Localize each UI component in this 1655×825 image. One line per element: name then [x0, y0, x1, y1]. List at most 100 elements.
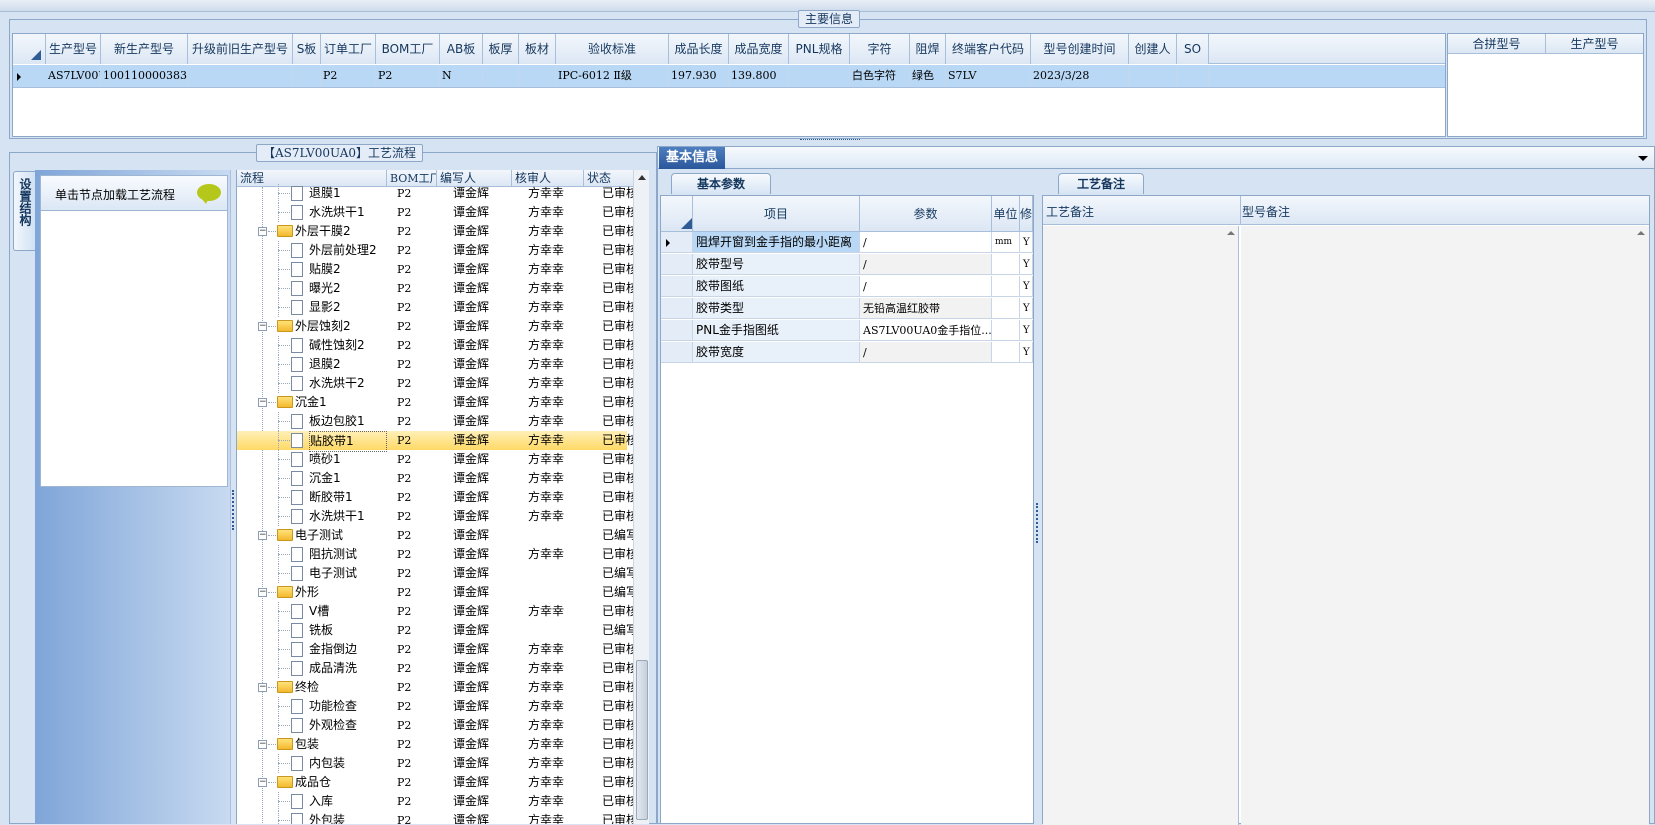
- tree-node-group[interactable]: − 外形 P2 谭金辉 已编写: [237, 583, 633, 602]
- param-row[interactable]: 胶带宽度 / Y: [661, 342, 1033, 364]
- param-value[interactable]: AS7LV00UA0金手指位...: [860, 320, 992, 341]
- main-row-cell[interactable]: P2: [376, 65, 440, 87]
- select-all-corner-icon[interactable]: [31, 50, 41, 60]
- main-row-cell[interactable]: [188, 65, 293, 87]
- tree-node-step[interactable]: 退膜2 P2 谭金辉 方幸幸 已审核: [237, 355, 633, 374]
- tree-node-group[interactable]: − 沉金1 P2 谭金辉 方幸幸 已审核: [237, 393, 633, 412]
- tree-node-group[interactable]: − 外层干膜2 P2 谭金辉 方幸幸 已审核: [237, 222, 633, 241]
- params-tab[interactable]: 基本参数: [671, 173, 771, 194]
- tree-node-group[interactable]: − 电子测试 P2 谭金辉 已编写: [237, 526, 633, 545]
- tree-node-step[interactable]: 功能检查 P2 谭金辉 方幸幸 已审核: [237, 697, 633, 716]
- main-col-header[interactable]: AB板: [440, 34, 483, 64]
- param-row-header[interactable]: [661, 254, 693, 275]
- tree-node-step[interactable]: 贴膜2 P2 谭金辉 方幸幸 已审核: [237, 260, 633, 279]
- main-row-cell[interactable]: [789, 65, 850, 87]
- main-row-cell[interactable]: [293, 65, 321, 87]
- middle-splitter[interactable]: [1034, 173, 1042, 824]
- main-row-cell[interactable]: 197.930: [669, 65, 729, 87]
- main-row-cell[interactable]: [1129, 65, 1177, 87]
- note-scroll-up-icon[interactable]: [1227, 231, 1235, 235]
- param-row[interactable]: PNL金手指图纸 AS7LV00UA0金手指位... Y: [661, 320, 1033, 342]
- main-row-cell[interactable]: P2: [321, 65, 376, 87]
- main-col-header[interactable]: SO: [1177, 34, 1209, 64]
- basic-info-tab[interactable]: 基本信息: [659, 147, 725, 169]
- tree-node-step[interactable]: 板边包胶1 P2 谭金辉 方幸幸 已审核: [237, 412, 633, 431]
- param-flag[interactable]: Y: [1020, 254, 1033, 275]
- params-col-header[interactable]: 修: [1020, 196, 1033, 232]
- param-flag[interactable]: Y: [1020, 232, 1033, 253]
- param-row-header[interactable]: [661, 298, 693, 319]
- params-col-header[interactable]: 单位: [992, 196, 1020, 232]
- main-row-cell[interactable]: 10011000038346: [101, 65, 188, 87]
- collapse-toggle-icon[interactable]: −: [258, 588, 267, 597]
- production-model-header[interactable]: 生产型号: [1546, 34, 1643, 54]
- param-row-header[interactable]: [661, 320, 693, 341]
- param-value[interactable]: /: [860, 254, 992, 275]
- merge-model-header[interactable]: 合拼型号: [1448, 34, 1546, 54]
- param-flag[interactable]: Y: [1020, 276, 1033, 297]
- param-row[interactable]: 胶带类型 无铅高温红胶带 Y: [661, 298, 1033, 320]
- param-flag[interactable]: Y: [1020, 342, 1033, 363]
- params-col-header[interactable]: 项目: [693, 196, 860, 232]
- main-row-cell[interactable]: AS7LV00UA0: [46, 65, 101, 87]
- main-row-cell[interactable]: 139.800: [729, 65, 789, 87]
- main-info-row[interactable]: AS7LV00UA010011000038346P2P2NIPC-6012 Ⅱ级…: [13, 65, 1445, 88]
- tree-node-step[interactable]: 沉金1 P2 谭金辉 方幸幸 已审核: [237, 469, 633, 488]
- model-note-textarea[interactable]: [1241, 226, 1649, 825]
- tree-node-step[interactable]: 成品清洗 P2 谭金辉 方幸幸 已审核: [237, 659, 633, 678]
- main-col-header[interactable]: 字符: [850, 34, 910, 64]
- tree-node-step[interactable]: V槽 P2 谭金辉 方幸幸 已审核: [237, 602, 633, 621]
- scroll-up-icon[interactable]: [638, 175, 646, 180]
- main-row-cell[interactable]: N: [440, 65, 483, 87]
- tree-node-step[interactable]: 喷砂1 P2 谭金辉 方幸幸 已审核: [237, 450, 633, 469]
- main-row-cell[interactable]: 白色字符: [850, 65, 910, 87]
- tree-node-step[interactable]: 外层前处理2 P2 谭金辉 方幸幸 已审核: [237, 241, 633, 260]
- tree-scrollbar[interactable]: [633, 170, 649, 824]
- tree-node-group[interactable]: − 包装 P2 谭金辉 方幸幸 已审核: [237, 735, 633, 754]
- tree-node-step[interactable]: 碱性蚀刻2 P2 谭金辉 方幸幸 已审核: [237, 336, 633, 355]
- tree-node-step[interactable]: 水洗烘干1 P2 谭金辉 方幸幸 已审核: [237, 507, 633, 526]
- scroll-thumb[interactable]: [636, 660, 648, 820]
- tree-node-step[interactable]: 电子测试 P2 谭金辉 已编写: [237, 564, 633, 583]
- main-col-header[interactable]: 终端客户代码: [946, 34, 1031, 64]
- collapse-toggle-icon[interactable]: −: [258, 531, 267, 540]
- main-col-header[interactable]: 型号创建时间: [1031, 34, 1129, 64]
- model-note-scroll-up-icon[interactable]: [1637, 231, 1645, 235]
- tree-node-step[interactable]: 水洗烘干1 P2 谭金辉 方幸幸 已审核: [237, 203, 633, 222]
- tree-node-step[interactable]: 内包装 P2 谭金辉 方幸幸 已审核: [237, 754, 633, 773]
- param-row-header[interactable]: [661, 276, 693, 297]
- tree-node-step[interactable]: 入库 P2 谭金辉 方幸幸 已审核: [237, 792, 633, 811]
- process-note-textarea[interactable]: [1043, 226, 1239, 825]
- splitter-handle[interactable]: [800, 139, 860, 144]
- main-col-header[interactable]: 创建人: [1129, 34, 1177, 64]
- param-value[interactable]: /: [860, 232, 992, 253]
- main-col-header[interactable]: 板厚: [483, 34, 519, 64]
- main-col-header[interactable]: 订单工厂: [321, 34, 376, 64]
- panel-menu-dropdown-icon[interactable]: [1638, 156, 1648, 161]
- tree-node-group[interactable]: − 成品仓 P2 谭金辉 方幸幸 已审核: [237, 773, 633, 792]
- tree-node-group[interactable]: − 终检 P2 谭金辉 方幸幸 已审核: [237, 678, 633, 697]
- collapse-toggle-icon[interactable]: −: [258, 778, 267, 787]
- row-selector-header[interactable]: [13, 34, 46, 64]
- main-col-header[interactable]: S板: [293, 34, 321, 64]
- param-value[interactable]: 无铅高温红胶带: [860, 298, 992, 319]
- params-corner-icon[interactable]: [681, 218, 692, 229]
- structure-side-tab[interactable]: 设置结构: [13, 171, 35, 251]
- param-row-header[interactable]: [661, 342, 693, 363]
- main-col-header[interactable]: BOM工厂: [376, 34, 440, 64]
- tree-node-step[interactable]: 显影2 P2 谭金辉 方幸幸 已审核: [237, 298, 633, 317]
- tree-node-step[interactable]: 外观检查 P2 谭金辉 方幸幸 已审核: [237, 716, 633, 735]
- tree-node-step[interactable]: 退膜1 P2 谭金辉 方幸幸 已审核: [237, 184, 633, 203]
- param-value[interactable]: /: [860, 276, 992, 297]
- collapse-toggle-icon[interactable]: −: [258, 322, 267, 331]
- main-row-cell[interactable]: IPC-6012 Ⅱ级: [556, 65, 669, 87]
- tree-node-step[interactable]: 贴胶带1 P2 谭金辉 方幸幸 已审核: [237, 431, 633, 452]
- tree-node-step[interactable]: 外包装 P2 谭金辉 方幸幸 已审核: [237, 811, 633, 824]
- param-value[interactable]: /: [860, 342, 992, 363]
- main-row-cell[interactable]: [1177, 65, 1209, 87]
- main-row-cell[interactable]: S7LV: [946, 65, 1031, 87]
- main-col-header[interactable]: 升级前旧生产型号: [188, 34, 293, 64]
- main-col-header[interactable]: 成品宽度: [729, 34, 789, 64]
- param-row[interactable]: 胶带型号 / Y: [661, 254, 1033, 276]
- main-col-header[interactable]: 生产型号: [46, 34, 101, 64]
